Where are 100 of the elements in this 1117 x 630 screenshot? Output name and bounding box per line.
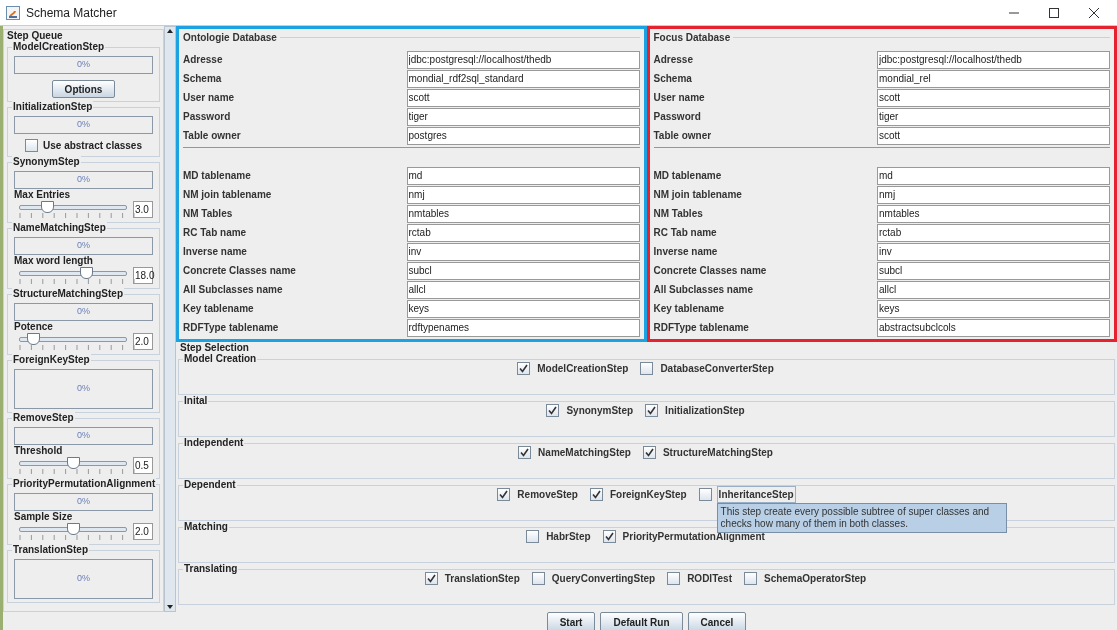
value-field[interactable]: 0.5 (133, 457, 153, 474)
text-field[interactable]: scott (406, 88, 640, 107)
checkbox[interactable] (546, 404, 560, 417)
options-button[interactable]: Options (51, 80, 116, 98)
group-title: InitializationStep (12, 101, 94, 113)
text-field[interactable]: allcl (406, 280, 640, 299)
checkmark-icon (520, 448, 530, 457)
checkbox[interactable] (698, 488, 712, 501)
slider-thumb[interactable] (67, 523, 80, 535)
progress-text: 0% (76, 429, 91, 443)
slider-thumb[interactable] (79, 267, 93, 279)
group-title: Independent (183, 437, 245, 449)
checkbox[interactable] (25, 139, 38, 152)
dialog-button[interactable]: Default Run (600, 612, 683, 630)
text-field[interactable]: md (406, 166, 640, 185)
panel-title: Ontologie Database (183, 31, 277, 44)
dialog-button[interactable]: Start (546, 612, 596, 630)
close-icon[interactable] (1089, 7, 1099, 18)
group-title: StructureMatchingStep (12, 288, 124, 300)
slider-thumb[interactable] (67, 457, 80, 469)
text-field[interactable]: subcl (406, 261, 640, 280)
slider-label: Potence (14, 321, 54, 333)
value-field[interactable]: 2.0 (133, 523, 153, 540)
text-field[interactable]: inv (877, 242, 1110, 261)
text-field[interactable]: md (877, 166, 1110, 185)
field-label: Key tablename (183, 302, 255, 316)
text-field[interactable]: mondial_rel (877, 69, 1110, 88)
text-field[interactable]: scott (877, 126, 1110, 145)
checkbox-label: StructureMatchingStep (661, 446, 774, 460)
field-label: NM join tablename (183, 188, 273, 202)
checkbox[interactable] (645, 404, 659, 417)
field-label: Adresse (183, 53, 224, 67)
checkbox-label: PriorityPermutationAlignment (621, 530, 766, 544)
progress-text: 0% (76, 572, 91, 586)
checkbox[interactable] (531, 572, 545, 585)
text-field[interactable]: jdbc:postgresql://localhost/thedb (877, 50, 1110, 69)
field-label: MD tablename (183, 169, 252, 183)
slider-label: Max Entries (14, 189, 72, 201)
text-field[interactable]: allcl (877, 280, 1110, 299)
checkbox[interactable] (424, 572, 438, 585)
checkbox[interactable] (743, 572, 757, 585)
checkmark-icon (499, 490, 509, 499)
scrollbar[interactable] (164, 26, 176, 612)
text-field[interactable]: abstractsubclcols (877, 318, 1110, 337)
checkbox-label: QueryConvertingStep (550, 572, 657, 586)
text-field[interactable]: rdftypenames (406, 318, 640, 337)
group-title: Translating (183, 563, 239, 575)
checkbox[interactable] (517, 362, 531, 375)
checkbox-label: ModelCreationStep (536, 362, 630, 376)
checkbox[interactable] (667, 572, 681, 585)
text-field[interactable]: mondial_rdf2sql_standard (406, 69, 640, 88)
dialog-button[interactable]: Cancel (687, 612, 747, 630)
text-field[interactable]: postgres (406, 126, 640, 145)
checkbox-label: SchemaOperatorStep (762, 572, 868, 586)
field-label: MD tablename (653, 169, 723, 183)
text-field[interactable]: nmj (406, 185, 640, 204)
field-label: NM join tablename (653, 188, 743, 202)
value-field[interactable]: 3.0 (133, 201, 153, 218)
checkbox[interactable] (602, 530, 616, 543)
checkbox[interactable] (640, 362, 654, 375)
checkbox-label: InheritanceStep (716, 486, 796, 503)
maximize-icon[interactable] (1049, 7, 1059, 18)
checkmark-icon (647, 406, 657, 415)
checkbox[interactable] (642, 446, 656, 459)
checkbox-label: ForeignKeyStep (608, 488, 688, 502)
progress-text: 0% (76, 382, 91, 396)
text-field[interactable]: keys (406, 299, 640, 318)
text-field[interactable]: inv (406, 242, 640, 261)
progress-text: 0% (76, 58, 91, 72)
field-label: Concrete Classes name (653, 264, 768, 278)
text-field[interactable]: tiger (877, 107, 1110, 126)
value-field[interactable]: 2.0 (133, 333, 153, 350)
text-field[interactable]: nmtables (877, 204, 1110, 223)
group-title: Matching (183, 521, 229, 533)
text-field[interactable]: jdbc:postgresql://localhost/thedb (406, 50, 640, 69)
group-title: Inital (183, 395, 209, 407)
checkbox-label: Use abstract classes (43, 139, 142, 153)
text-field[interactable]: rctab (877, 223, 1110, 242)
checkbox[interactable] (589, 488, 603, 501)
field-label: Table owner (653, 129, 713, 143)
scroll-down-icon[interactable] (166, 603, 174, 611)
checkbox[interactable] (518, 446, 532, 459)
group-title: TranslationStep (12, 544, 89, 556)
value-field[interactable]: 18.0 (133, 267, 153, 284)
text-field[interactable]: tiger (406, 107, 640, 126)
text-field[interactable]: scott (877, 88, 1110, 107)
slider-thumb[interactable] (26, 333, 40, 345)
text-field[interactable]: rctab (406, 223, 640, 242)
field-label: All Subclasses name (653, 283, 754, 297)
checkbox-label: RODITest (686, 572, 733, 586)
text-field[interactable]: subcl (877, 261, 1110, 280)
scroll-up-icon[interactable] (166, 27, 174, 35)
slider-thumb[interactable] (40, 201, 54, 213)
checkbox-label: DatabaseConverterStep (659, 362, 775, 376)
text-field[interactable]: nmtables (406, 204, 640, 223)
text-field[interactable]: keys (877, 299, 1110, 318)
checkbox[interactable] (526, 530, 540, 543)
text-field[interactable]: nmj (877, 185, 1110, 204)
checkbox[interactable] (497, 488, 511, 501)
field-label: User name (183, 91, 236, 105)
